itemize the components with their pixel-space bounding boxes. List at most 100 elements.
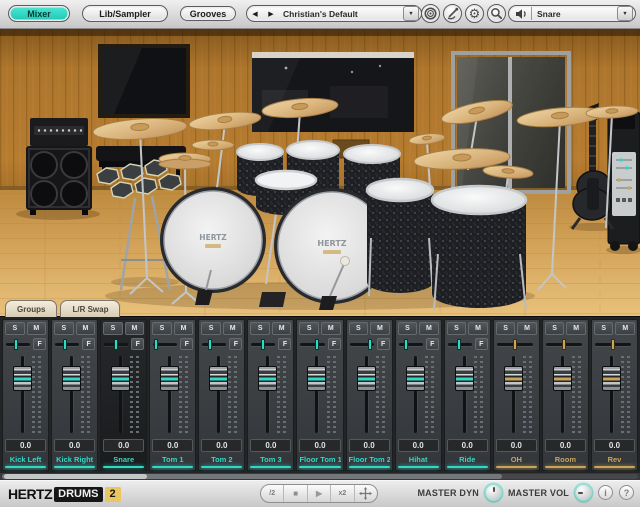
mute-button[interactable]: M <box>223 322 243 335</box>
solo-button[interactable]: S <box>447 322 467 335</box>
fx-button[interactable]: F <box>82 338 95 350</box>
volume-value[interactable]: 0.0 <box>398 439 439 452</box>
pan-handle[interactable] <box>14 339 18 350</box>
mixer-strip-hihat[interactable]: S M F 0.0 Hihat <box>395 319 442 471</box>
volume-value[interactable]: 0.0 <box>250 439 291 452</box>
mixer-strip-tom-1[interactable]: S M F 0.0 Tom 1 <box>149 319 196 471</box>
volume-value[interactable]: 0.0 <box>299 439 340 452</box>
fader-handle[interactable] <box>111 366 130 391</box>
fx-button[interactable]: F <box>475 338 488 350</box>
pan-slider[interactable] <box>55 343 79 346</box>
pan-handle[interactable] <box>404 339 408 350</box>
solo-button[interactable]: S <box>594 322 614 335</box>
volume-value[interactable]: 0.0 <box>103 439 144 452</box>
mixer-tab-button[interactable]: Mixer <box>8 5 70 22</box>
mute-button[interactable]: M <box>272 322 292 335</box>
floor-tom-2-drum[interactable] <box>432 186 526 310</box>
kick-left-drum[interactable]: HERTZ <box>160 187 266 293</box>
pan-handle[interactable] <box>368 339 372 350</box>
fx-button[interactable]: F <box>426 338 439 350</box>
fx-button[interactable]: F <box>131 338 144 350</box>
mixer-strip-floor-tom-2[interactable]: S M F 0.0 Floor Tom 2 <box>346 319 393 471</box>
solo-button[interactable]: S <box>398 322 418 335</box>
double-speed-button[interactable]: x2 <box>331 485 354 502</box>
mixer-strip-kick-right[interactable]: S M F 0.0 Kick Right <box>51 319 98 471</box>
mute-button[interactable]: M <box>321 322 341 335</box>
hihat-cymbal[interactable] <box>159 153 211 169</box>
fx-button[interactable]: F <box>229 338 242 350</box>
solo-button[interactable]: S <box>103 322 123 335</box>
solo-button[interactable]: S <box>54 322 74 335</box>
audition-sound-name[interactable]: Snare <box>532 9 617 19</box>
master-vol-knob[interactable] <box>575 484 592 501</box>
mute-button[interactable]: M <box>370 322 390 335</box>
fx-button[interactable]: F <box>328 338 341 350</box>
pan-slider[interactable] <box>546 343 582 346</box>
splash-cymbal-left[interactable] <box>192 140 234 150</box>
pan-handle[interactable] <box>457 339 461 350</box>
volume-value[interactable]: 0.0 <box>496 439 537 452</box>
preset-name[interactable]: Christian's Default <box>279 9 403 19</box>
pan-slider[interactable] <box>350 343 374 346</box>
fx-button[interactable]: F <box>377 338 390 350</box>
mute-button[interactable]: M <box>174 322 194 335</box>
fx-button[interactable]: F <box>278 338 291 350</box>
pan-slider[interactable] <box>448 343 472 346</box>
volume-value[interactable]: 0.0 <box>447 439 488 452</box>
solo-button[interactable]: S <box>201 322 221 335</box>
info-button[interactable]: i <box>598 485 613 500</box>
preset-prev-button[interactable]: ◀ <box>247 7 263 20</box>
volume-value[interactable]: 0.0 <box>349 439 390 452</box>
pan-slider[interactable] <box>595 343 631 346</box>
floor-tom-1-drum[interactable] <box>367 179 433 296</box>
fader-handle[interactable] <box>357 366 376 391</box>
pan-handle[interactable] <box>63 339 67 350</box>
pan-handle[interactable] <box>562 339 566 350</box>
mute-button[interactable]: M <box>517 322 537 335</box>
pan-slider[interactable] <box>153 343 177 346</box>
mute-button[interactable]: M <box>27 322 47 335</box>
fader-handle[interactable] <box>258 366 277 391</box>
lr-swap-tab[interactable]: L/R Swap <box>60 300 120 317</box>
mixer-strip-kick-left[interactable]: S M F 0.0 Kick Left <box>2 319 49 471</box>
master-dyn-knob[interactable] <box>485 484 502 501</box>
pan-slider[interactable] <box>399 343 423 346</box>
solo-button[interactable]: S <box>545 322 565 335</box>
fader-handle[interactable] <box>504 366 523 391</box>
mute-button[interactable]: M <box>566 322 586 335</box>
pan-slider[interactable] <box>104 343 128 346</box>
pan-handle[interactable] <box>513 339 517 350</box>
fader-handle[interactable] <box>406 366 425 391</box>
fader-handle[interactable] <box>209 366 228 391</box>
volume-value[interactable]: 0.0 <box>54 439 95 452</box>
volume-value[interactable]: 0.0 <box>152 439 193 452</box>
fx-button[interactable]: F <box>33 338 46 350</box>
record-target-icon[interactable] <box>421 4 440 23</box>
mixer-strip-oh[interactable]: S M 0.0 OH <box>493 319 540 471</box>
fader-handle[interactable] <box>13 366 32 391</box>
mixer-strip-snare[interactable]: S M F 0.0 Snare <box>100 319 147 471</box>
fader-handle[interactable] <box>455 366 474 391</box>
mixer-strip-tom-2[interactable]: S M F 0.0 Tom 2 <box>198 319 245 471</box>
fader-handle[interactable] <box>553 366 572 391</box>
solo-button[interactable]: S <box>496 322 516 335</box>
mute-button[interactable]: M <box>76 322 96 335</box>
stop-button[interactable]: ■ <box>284 485 307 502</box>
audition-dropdown-arrow-icon[interactable]: ▼ <box>617 6 633 21</box>
pan-handle[interactable] <box>114 339 118 350</box>
pan-slider[interactable] <box>300 343 324 346</box>
mixer-strip-floor-tom-1[interactable]: S M F 0.0 Floor Tom 1 <box>296 319 343 471</box>
pan-handle[interactable] <box>208 339 212 350</box>
drag-midi-button[interactable] <box>355 485 377 502</box>
volume-value[interactable]: 0.0 <box>5 439 46 452</box>
mixer-strip-room[interactable]: S M 0.0 Room <box>542 319 589 471</box>
pan-slider[interactable] <box>497 343 533 346</box>
search-button[interactable] <box>487 4 506 23</box>
settings-button[interactable]: ⚙ <box>465 4 484 23</box>
mute-button[interactable]: M <box>419 322 439 335</box>
lib-sampler-tab-button[interactable]: Lib/Sampler <box>82 5 168 22</box>
pan-slider[interactable] <box>251 343 275 346</box>
mixer-strip-ride[interactable]: S M F 0.0 Ride <box>444 319 491 471</box>
volume-value[interactable]: 0.0 <box>594 439 635 452</box>
fader-handle[interactable] <box>602 366 621 391</box>
